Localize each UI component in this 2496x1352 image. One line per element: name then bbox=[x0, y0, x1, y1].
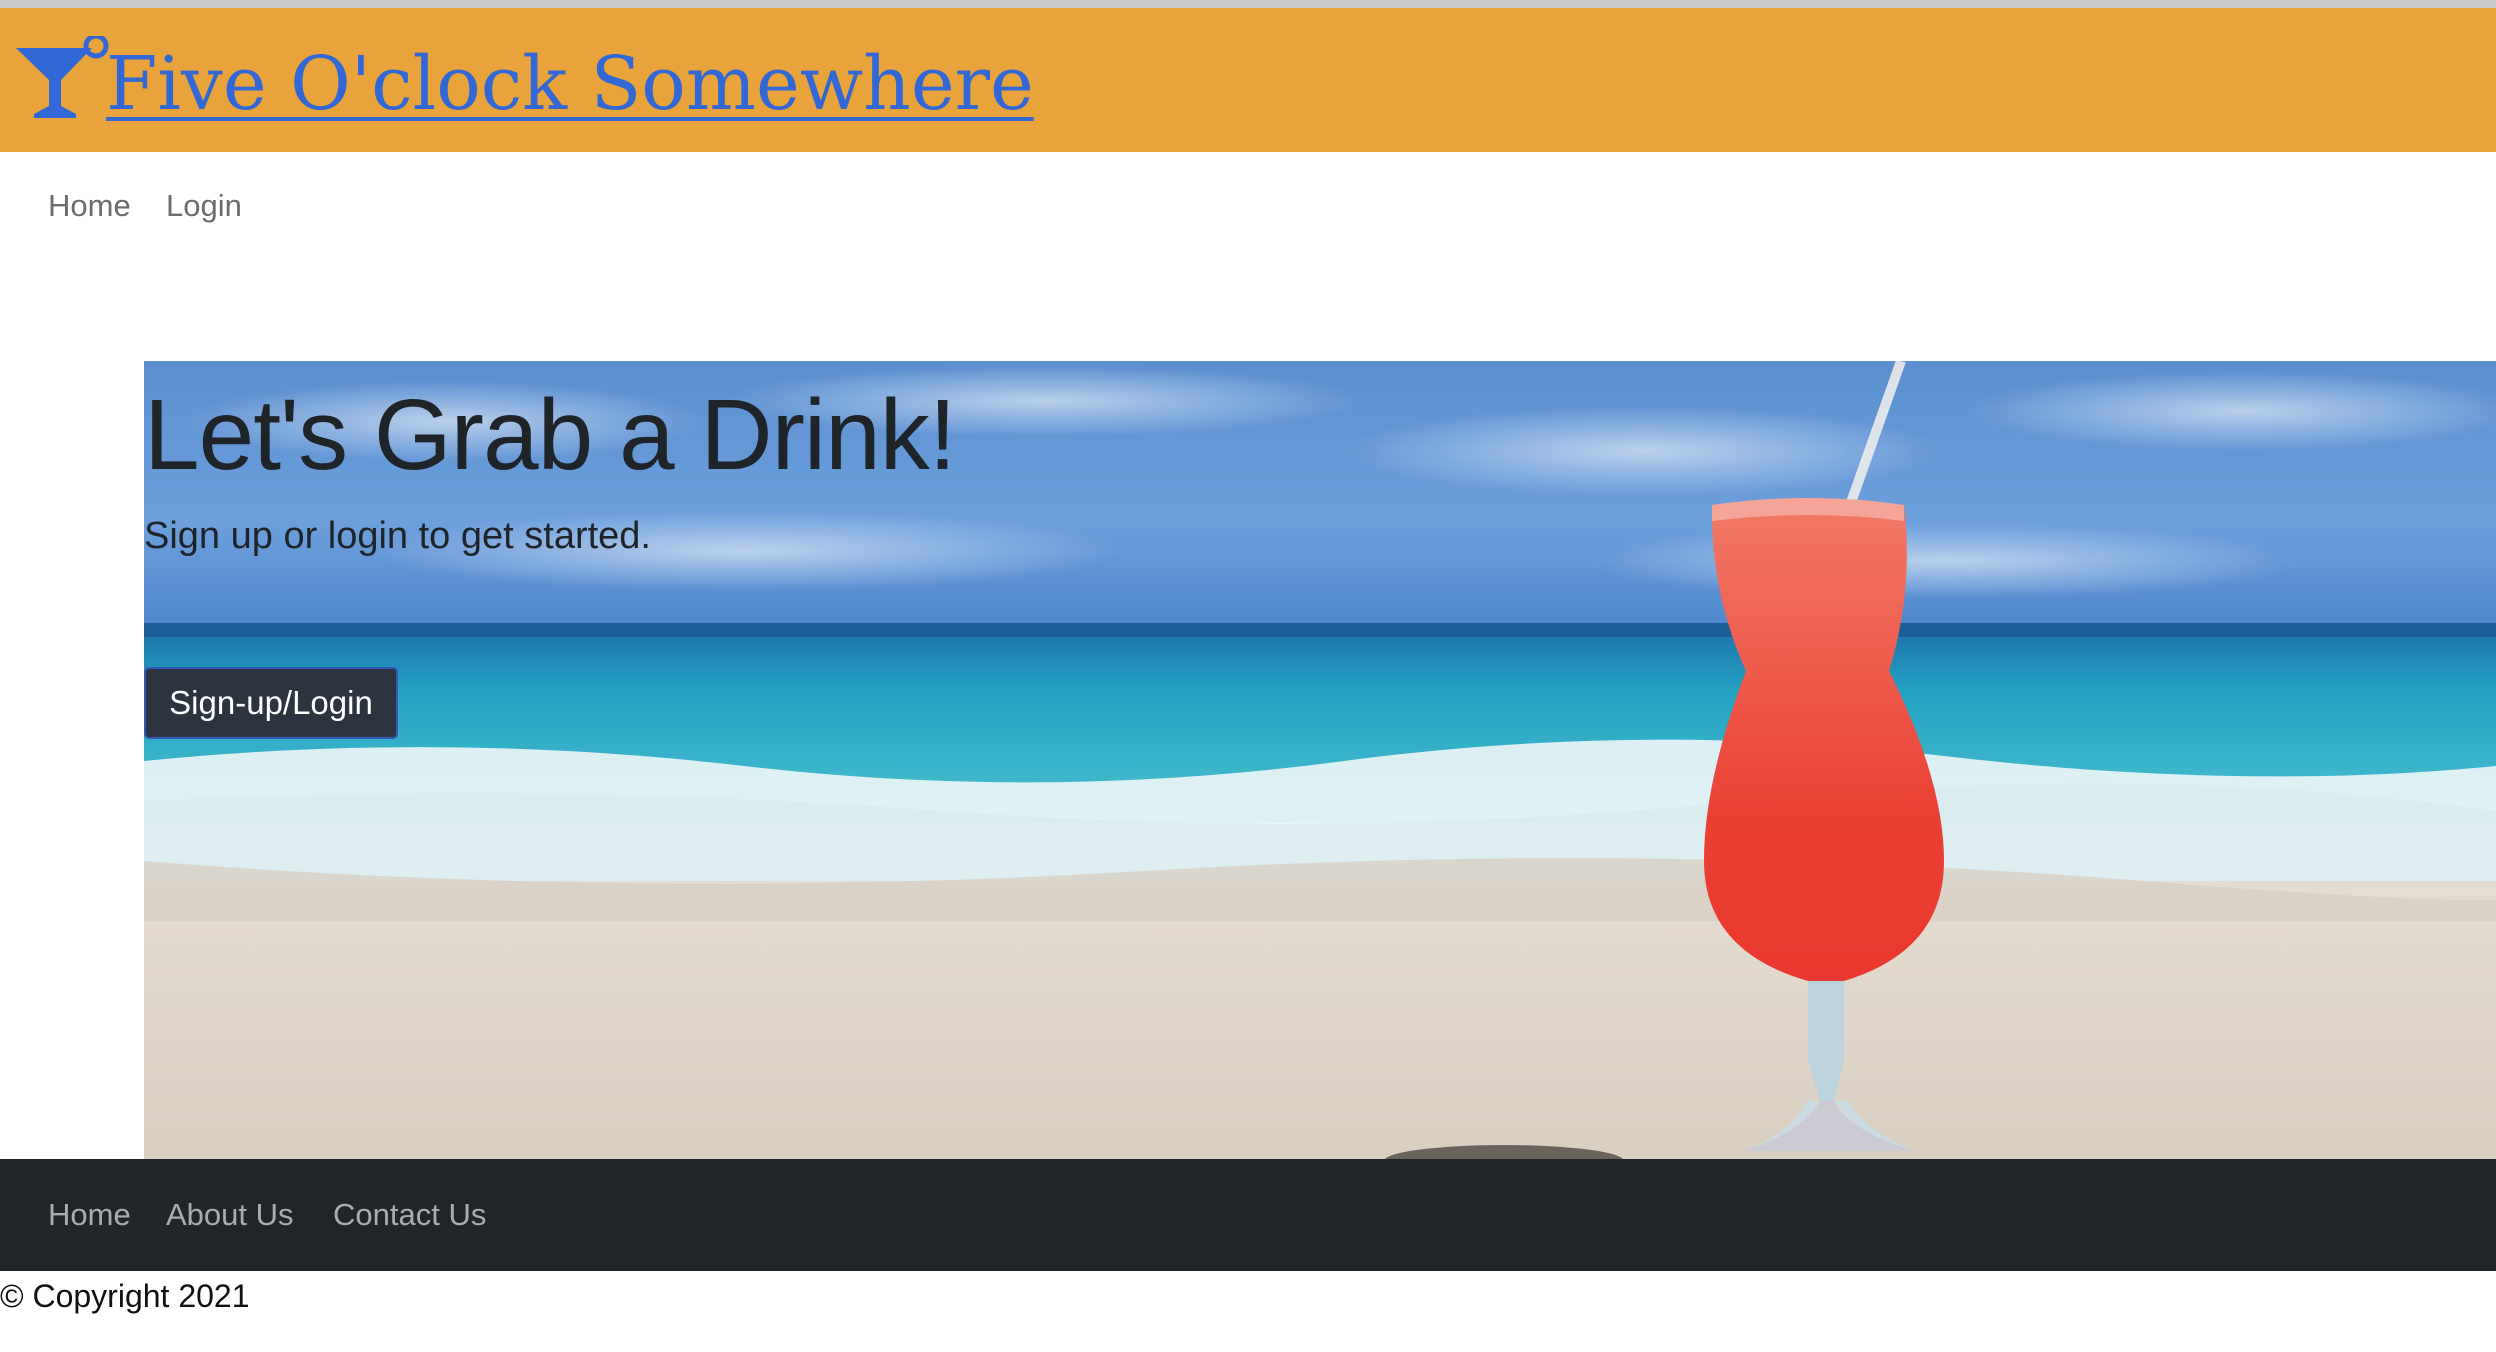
hero-title: Let's Grab a Drink! bbox=[144, 379, 957, 491]
cocktail-glass-icon bbox=[16, 36, 109, 118]
nav-home-link[interactable]: Home bbox=[48, 186, 131, 226]
window-top-border bbox=[0, 0, 2496, 8]
signup-login-button[interactable]: Sign-up/Login bbox=[144, 667, 398, 739]
site-header: Five O'clock Somewhere bbox=[0, 8, 2496, 152]
copyright-text: © Copyright 2021 bbox=[0, 1278, 250, 1314]
footer-about-us-link[interactable]: About Us bbox=[166, 1195, 294, 1235]
nav-login-link[interactable]: Login bbox=[166, 186, 242, 226]
top-nav: Home Login bbox=[0, 152, 2496, 262]
hero-banner: Let's Grab a Drink! Sign up or login to … bbox=[144, 361, 2496, 1159]
site-footer: Home About Us Contact Us bbox=[0, 1159, 2496, 1271]
footer-contact-us-link[interactable]: Contact Us bbox=[333, 1195, 486, 1235]
brand-title-link[interactable]: Five O'clock Somewhere bbox=[106, 34, 1034, 134]
hero-subtitle: Sign up or login to get started. bbox=[144, 515, 651, 557]
footer-home-link[interactable]: Home bbox=[48, 1195, 131, 1235]
